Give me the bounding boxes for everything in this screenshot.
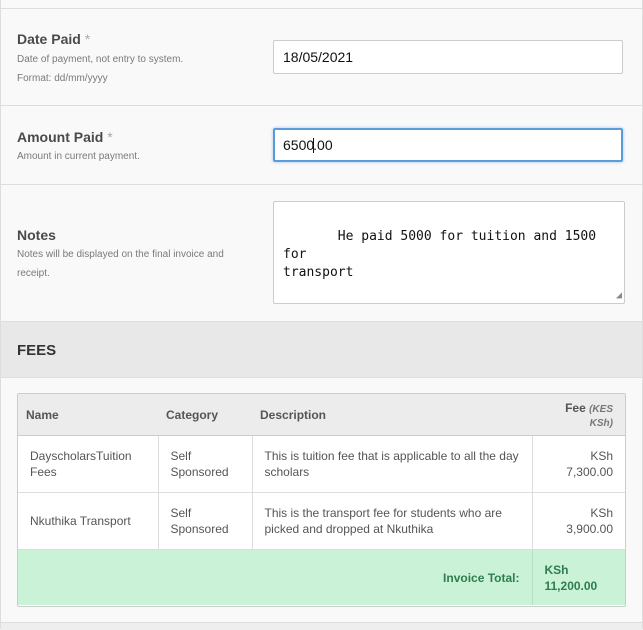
invoice-total-label: Invoice Total:: [18, 549, 532, 605]
fee-description: This is the transport fee for students w…: [252, 492, 533, 550]
amount-value-end: .00: [313, 137, 333, 153]
col-category-header: Category: [158, 394, 252, 436]
fee-category: Self Sponsored: [158, 435, 253, 493]
date-paid-row: Date Paid * Date of payment, not entry t…: [1, 9, 642, 106]
fees-table-header: Name Category Description Fee (KES KSh): [18, 394, 625, 436]
date-paid-help-line1: Date of payment, not entry to system.: [17, 54, 184, 65]
notes-row: Notes Notes will be displayed on the fin…: [1, 185, 642, 322]
col-description-header: Description: [252, 394, 532, 436]
notes-textarea[interactable]: He paid 5000 for tuition and 1500 for tr…: [273, 201, 625, 304]
fee-amount: KSh 3,900.00: [532, 492, 625, 550]
fee-category: Self Sponsored: [158, 492, 253, 550]
date-paid-input[interactable]: 18/05/2021: [273, 40, 623, 74]
invoice-total-row: Invoice Total: KSh 11,200.00: [18, 549, 625, 605]
fees-title: FEES: [17, 342, 57, 359]
fees-section-header: FEES: [1, 321, 642, 378]
fee-name: Nkuthika Transport: [18, 492, 159, 550]
fee-unit: (KES KSh): [589, 403, 613, 429]
invoice-total-value: KSh 11,200.00: [531, 549, 625, 605]
date-paid-label: Date Paid *: [17, 31, 91, 47]
table-row: Nkuthika Transport Self Sponsored This i…: [18, 492, 625, 550]
amount-paid-help: Amount in current payment.: [17, 151, 140, 162]
required-mark: *: [84, 31, 91, 47]
col-name-header: Name: [18, 394, 158, 436]
amount-paid-input[interactable]: 6500.00: [273, 128, 623, 162]
fee-description: This is tuition fee that is applicable t…: [252, 435, 533, 493]
resize-grip-icon[interactable]: ◢: [616, 291, 622, 301]
form-top-divider: [1, 0, 642, 9]
required-mark: *: [107, 129, 113, 145]
text-caret: [313, 137, 315, 153]
payment-form: Date Paid * Date of payment, not entry t…: [0, 0, 643, 630]
amount-paid-row: Amount Paid * Amount in current payment.…: [1, 106, 642, 185]
notes-label: Notes: [17, 227, 56, 243]
date-paid-help-line2: Format: dd/mm/yyyy: [17, 73, 108, 84]
table-row: DayscholarsTuition Fees Self Sponsored T…: [18, 435, 625, 493]
amount-value-start: 6500: [283, 137, 315, 153]
date-paid-help: Date of payment, not entry to system. Fo…: [17, 50, 247, 88]
notes-help: Notes will be displayed on the final inv…: [17, 249, 224, 279]
fee-name: DayscholarsTuition Fees: [18, 435, 159, 493]
fee-amount: KSh 7,300.00: [532, 435, 625, 493]
amount-paid-label: Amount Paid *: [17, 129, 113, 145]
notes-value: He paid 5000 for tuition and 1500 for tr…: [283, 229, 597, 280]
fees-table: Name Category Description Fee (KES KSh) …: [17, 393, 626, 607]
col-fee-header: Fee (KES KSh): [532, 394, 625, 436]
